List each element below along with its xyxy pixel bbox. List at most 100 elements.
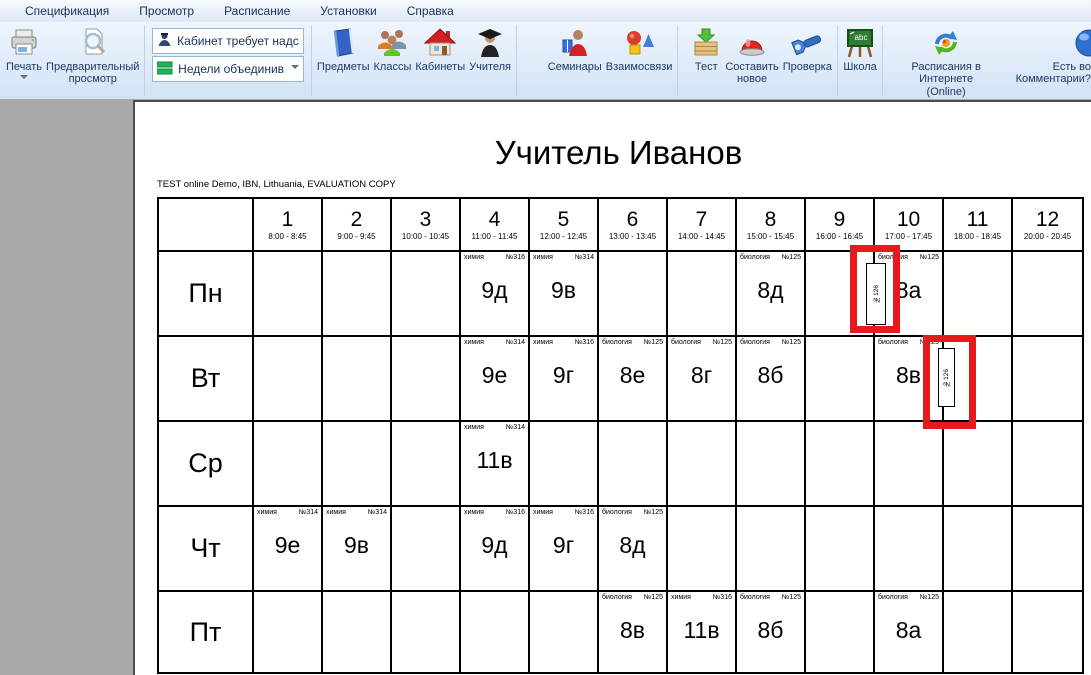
timetable-cell[interactable]	[806, 507, 875, 592]
timetable-cell[interactable]	[944, 592, 1013, 672]
lesson-class: 8б	[737, 362, 804, 389]
timetable-cell[interactable]: биология№1258г	[668, 337, 737, 422]
period-header-cell: 1220:00 - 20:45	[1013, 199, 1082, 252]
timetable-cell[interactable]	[668, 252, 737, 337]
period-time: 13:00 - 13:45	[609, 232, 656, 241]
timetable-cell[interactable]: биология№1258в	[599, 592, 668, 672]
period-number: 9	[834, 208, 846, 232]
timetable-cell[interactable]	[530, 592, 599, 672]
weeks-join-combo[interactable]: Недели объединив	[152, 56, 304, 82]
timetable-cell[interactable]	[875, 507, 944, 592]
preview-button[interactable]: Предварительный просмотр	[44, 23, 141, 98]
menu-item-timetable[interactable]: Расписание	[209, 4, 305, 18]
timetable-cell[interactable]	[323, 592, 392, 672]
seminars-button[interactable]: Семинары	[546, 23, 604, 98]
highlight-rectangle	[850, 245, 900, 333]
chevron-down-icon[interactable]	[291, 65, 299, 73]
timetable-cell[interactable]: химия№3149е	[254, 507, 323, 592]
timetable-cell[interactable]	[323, 252, 392, 337]
siren-icon	[737, 25, 767, 61]
timetable: 18:00 - 8:4529:00 - 9:45310:00 - 10:4541…	[157, 197, 1084, 674]
timetable-cell[interactable]	[1013, 337, 1082, 422]
online-timetables-button[interactable]: Расписания в Интернете (Online)	[898, 23, 994, 98]
test-button[interactable]: Тест	[689, 23, 723, 98]
timetable-cell[interactable]	[1013, 422, 1082, 507]
timetable-cell[interactable]	[1013, 252, 1082, 337]
menu-item-help[interactable]: Справка	[392, 4, 469, 18]
lesson-subject: биология	[740, 254, 770, 261]
lesson-subject: химия	[671, 594, 691, 601]
print-button[interactable]: Печать	[4, 23, 44, 98]
timetable-cell[interactable]	[254, 252, 323, 337]
timetable-cell[interactable]: химия№3169г	[530, 507, 599, 592]
menu-item-view[interactable]: Просмотр	[124, 4, 209, 18]
menu-bar: Спецификация Просмотр Расписание Установ…	[0, 0, 1091, 23]
timetable-cell[interactable]: биология№1258а	[875, 592, 944, 672]
timetable-cell[interactable]: биология№1258е	[599, 337, 668, 422]
timetable-cell[interactable]	[737, 507, 806, 592]
timetable-cell[interactable]	[392, 337, 461, 422]
timetable-cell[interactable]	[461, 592, 530, 672]
timetable-cell[interactable]	[875, 422, 944, 507]
room-supervision-combo[interactable]: Кабинет требует надсмот	[152, 28, 304, 54]
lesson-room: №125	[920, 594, 939, 601]
timetable-cell[interactable]: биология№1258д	[737, 252, 806, 337]
period-time: 20:00 - 20:45	[1024, 232, 1071, 241]
relations-button[interactable]: Взаимосвязи	[604, 23, 675, 98]
lesson-subject: биология	[602, 594, 632, 601]
timetable-cell[interactable]: химия№3169д	[461, 252, 530, 337]
school-button[interactable]: abc Школа	[841, 23, 880, 98]
lesson-room: №316	[575, 509, 594, 516]
timetable-cell[interactable]: биология№1258д	[599, 507, 668, 592]
lesson-class: 9е	[254, 532, 321, 559]
timetable-cell[interactable]	[254, 422, 323, 507]
timetable-cell[interactable]	[737, 422, 806, 507]
generate-button[interactable]: Составить новое	[723, 23, 780, 98]
classes-button[interactable]: Классы	[372, 23, 414, 98]
timetable-cell[interactable]	[806, 592, 875, 672]
lesson-class: 8д	[599, 532, 666, 559]
timetable-cell[interactable]	[323, 337, 392, 422]
lesson-class: 9в	[530, 277, 597, 304]
timetable-cell[interactable]	[599, 422, 668, 507]
classes-label: Классы	[374, 61, 412, 73]
timetable-cell[interactable]	[806, 422, 875, 507]
timetable-cell[interactable]	[599, 252, 668, 337]
timetable-cell[interactable]	[668, 507, 737, 592]
timetable-cell[interactable]: химия№3149в	[530, 252, 599, 337]
timetable-cell[interactable]: химия№3149е	[461, 337, 530, 422]
timetable-cell[interactable]	[392, 422, 461, 507]
timetable-cell[interactable]	[944, 252, 1013, 337]
timetable-cell[interactable]	[668, 422, 737, 507]
timetable-cell[interactable]: химия№3169д	[461, 507, 530, 592]
timetable-cell[interactable]	[254, 592, 323, 672]
lesson-room: №316	[506, 254, 525, 261]
subjects-button[interactable]: Предметы	[315, 23, 372, 98]
timetable-cell[interactable]	[392, 592, 461, 672]
timetable-cell[interactable]	[254, 337, 323, 422]
house-icon	[424, 25, 456, 61]
supervisor-icon	[157, 32, 172, 50]
timetable-cell[interactable]	[392, 507, 461, 592]
timetable-cell[interactable]	[392, 252, 461, 337]
print-dropdown-caret[interactable]	[20, 75, 28, 83]
timetable-cell[interactable]	[323, 422, 392, 507]
timetable-cell[interactable]: биология№1258б	[737, 337, 806, 422]
timetable-cell[interactable]: химия№31411в	[461, 422, 530, 507]
menu-item-settings[interactable]: Установки	[305, 4, 391, 18]
menu-item-specification[interactable]: Спецификация	[10, 4, 124, 18]
timetable-cell[interactable]	[530, 422, 599, 507]
timetable-cell[interactable]	[1013, 592, 1082, 672]
teachers-button[interactable]: Учителя	[467, 23, 513, 98]
check-button[interactable]: Проверка	[781, 23, 834, 98]
timetable-cell[interactable]	[944, 422, 1013, 507]
timetable-cell[interactable]: химия№31611в	[668, 592, 737, 672]
timetable-cell[interactable]: биология№1258б	[737, 592, 806, 672]
timetable-cell[interactable]	[1013, 507, 1082, 592]
timetable-cell[interactable]	[806, 337, 875, 422]
comments-button[interactable]: Есть во Комментарии?	[994, 23, 1091, 98]
rooms-button[interactable]: Кабинеты	[413, 23, 467, 98]
timetable-cell[interactable]	[944, 507, 1013, 592]
timetable-cell[interactable]: химия№3149в	[323, 507, 392, 592]
timetable-cell[interactable]: химия№3169г	[530, 337, 599, 422]
